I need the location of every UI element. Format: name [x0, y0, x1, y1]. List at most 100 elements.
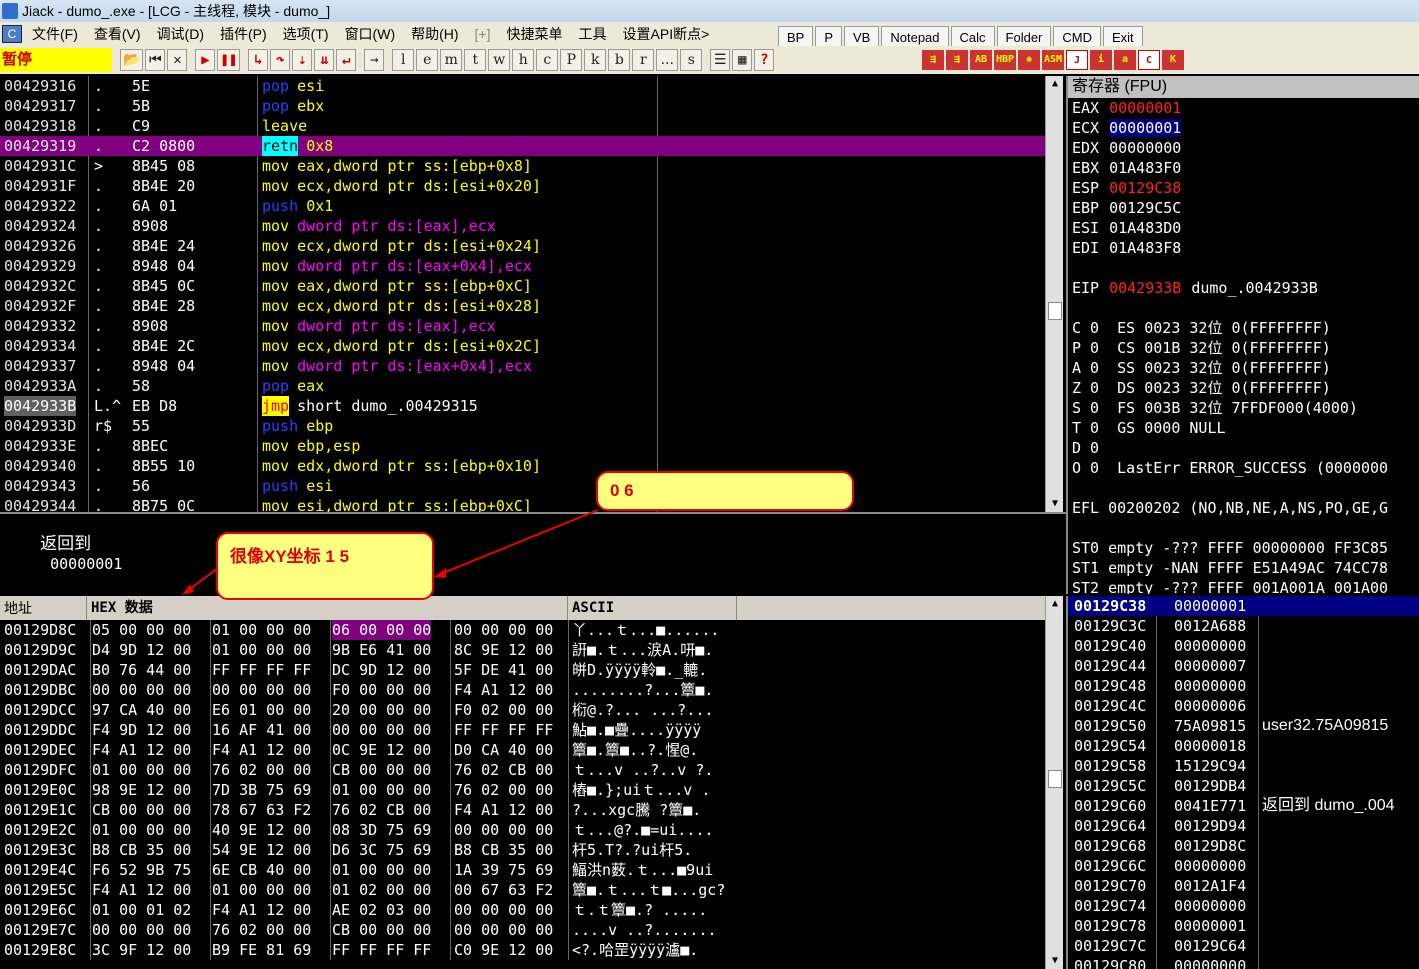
dump-row[interactable]: 00129DCC 97 CA 40 00 E6 01 00 00 20 00 00 0… — [0, 700, 1048, 720]
stack-row[interactable]: 00129C78 00000001 — [1068, 916, 1419, 936]
disasm-row[interactable]: 0042931F. 8B4E 20 mov ecx,dword ptr ds:[esi… — [0, 176, 1047, 196]
dump-scrollbar[interactable]: ▲ ▼ — [1045, 596, 1063, 969]
dump-row[interactable]: 00129D9C D4 9D 12 00 01 00 00 00 9B E6 41 0… — [0, 640, 1048, 660]
execute-till-return-icon[interactable]: ↵ — [336, 49, 357, 71]
register-row[interactable]: ESI 01A483D0 — [1072, 218, 1419, 238]
stack-row[interactable]: 00129C40 00000000 — [1068, 636, 1419, 656]
stack-row[interactable]: 00129C58 15129C94 — [1068, 756, 1419, 776]
menu-shortcuts[interactable]: 快捷菜单 — [499, 24, 571, 44]
dump-row[interactable]: 00129E1C CB 00 00 00 78 67 63 F2 76 02 CB 0… — [0, 800, 1048, 820]
plugin-arrows2-icon[interactable]: ⇶ — [946, 50, 968, 70]
close-icon[interactable]: ✕ — [167, 49, 188, 71]
stack-row[interactable]: 00129C44 00000007 — [1068, 656, 1419, 676]
stack-row[interactable]: 00129C38 00000001 — [1068, 596, 1419, 616]
c-app-icon[interactable]: C — [2, 25, 22, 43]
stack-pane[interactable]: 00129C38 00000001 00129C3C 0012A688 00129C40… — [1066, 596, 1419, 969]
scroll-down-icon[interactable]: ▼ — [1046, 953, 1064, 969]
register-row[interactable]: EDX 00000000 — [1072, 138, 1419, 158]
disasm-row[interactable]: 00429329. 8948 04 mov dword ptr ds:[eax+0x4… — [0, 256, 1047, 276]
menu-file[interactable]: 文件(F) — [24, 24, 86, 44]
stack-row[interactable]: 00129C80 00000000 — [1068, 956, 1419, 969]
plugin-gear-icon[interactable]: ✺ — [1018, 50, 1040, 70]
step-over-icon[interactable]: ↷ — [270, 49, 291, 71]
disasm-row[interactable]: 00429322. 6A 01 push 0x1 — [0, 196, 1047, 216]
menu-help[interactable]: 帮助(H) — [403, 24, 466, 44]
flag-row[interactable]: T 0 GS 0000 NULL — [1072, 418, 1419, 438]
disasm-row[interactable]: 00429316. 5E pop esi — [0, 76, 1047, 96]
stack-row[interactable]: 00129C74 00000000 — [1068, 896, 1419, 916]
dump-row[interactable]: 00129DBC 00 00 00 00 00 00 00 00 F0 00 00 0… — [0, 680, 1048, 700]
fpu-row[interactable]: ST1 empty -NAN FFFF E51A49AC 74CC78 — [1072, 558, 1419, 578]
register-row[interactable]: EAX 00000001 — [1072, 98, 1419, 118]
dump-row[interactable]: 00129E2C 01 00 00 00 40 9E 12 00 08 3D 75 6… — [0, 820, 1048, 840]
plugin-ab-icon[interactable]: AB — [970, 50, 992, 70]
dump-row[interactable]: 00129E0C 98 9E 12 00 7D 3B 75 69 01 00 00 0… — [0, 780, 1048, 800]
scroll-down-icon[interactable]: ▼ — [1046, 496, 1064, 512]
scroll-thumb[interactable] — [1048, 770, 1062, 788]
disasm-row[interactable]: 00429334. 8B4E 2C mov ecx,dword ptr ds:[esi… — [0, 336, 1047, 356]
menu-plus[interactable]: [+] — [467, 26, 499, 42]
dump-row[interactable]: 00129E8C 3C 9F 12 00 B9 FE 81 69 FF FF FF F… — [0, 940, 1048, 960]
cpu-button[interactable]: c — [536, 49, 559, 71]
list-icon[interactable]: ☰ — [710, 49, 731, 71]
stack-row[interactable]: 00129C68 00129D8C — [1068, 836, 1419, 856]
disasm-row[interactable]: 00429340. 8B55 10 mov edx,dword ptr ss:[ebp… — [0, 456, 1047, 476]
disasm-row[interactable]: 0042933D r$ 55 push ebp — [0, 416, 1047, 436]
plugin-a-icon[interactable]: a — [1114, 50, 1136, 70]
modules-button[interactable]: e — [416, 49, 439, 71]
disasm-row[interactable]: 0042933E. 8BEC mov ebp,esp — [0, 436, 1047, 456]
dump-row[interactable]: 00129DEC F4 A1 12 00 F4 A1 12 00 0C 9E 12 0… — [0, 740, 1048, 760]
disasm-row[interactable]: 00429344. 8B75 0C mov esi,dword ptr ss:[ebp… — [0, 496, 1047, 512]
disasm-row[interactable]: 0042933B L.^ EB D8 jmp short dumo_.00429315 — [0, 396, 1047, 416]
stack-row[interactable]: 00129C5C 00129DB4 — [1068, 776, 1419, 796]
help-icon[interactable]: ? — [754, 49, 775, 71]
menu-window[interactable]: 窗口(W) — [337, 24, 404, 44]
run-icon[interactable]: ▶ — [195, 49, 216, 71]
flag-row[interactable]: P 0 CS 001B 32位 0(FFFFFFFF) — [1072, 338, 1419, 358]
dump-row[interactable]: 00129E3C B8 CB 35 00 54 9E 12 00 D6 3C 75 6… — [0, 840, 1048, 860]
hex-dump-pane[interactable]: 00129D8C 05 00 00 00 01 00 00 00 06 00 00 0… — [0, 620, 1048, 969]
dump-row[interactable]: 00129D8C 05 00 00 00 01 00 00 00 06 00 00 0… — [0, 620, 1048, 640]
menu-plugins[interactable]: 插件(P) — [212, 24, 275, 44]
registers-pane[interactable]: 寄存器 (FPU) EAX 00000001 ECX 00000001 EDX 00000… — [1066, 76, 1419, 594]
menu-tools[interactable]: 工具 — [571, 24, 615, 44]
disasm-row[interactable]: 00429326. 8B4E 24 mov ecx,dword ptr ds:[esi… — [0, 236, 1047, 256]
dump-row[interactable]: 00129E5C F4 A1 12 00 01 00 00 00 01 02 00 0… — [0, 880, 1048, 900]
plugin-c-icon[interactable]: C — [1138, 50, 1160, 70]
disasm-row[interactable]: 0042932C. 8B45 0C mov eax,dword ptr ss:[ebp… — [0, 276, 1047, 296]
disasm-row[interactable]: 0042931C >8B45 08 mov eax,dword ptr ss:[ebp… — [0, 156, 1047, 176]
goto-icon[interactable]: → — [364, 49, 385, 71]
step-into-icon[interactable]: ↳ — [248, 49, 269, 71]
plugin-hbp-icon[interactable]: HBP — [994, 50, 1016, 70]
register-row-eip[interactable]: EIP 0042933B dumo_.0042933B — [1072, 278, 1419, 298]
disasm-row[interactable]: 0042932F. 8B4E 28 mov ecx,dword ptr ds:[esi… — [0, 296, 1047, 316]
dump-header-ascii[interactable]: ASCII — [568, 596, 737, 620]
disasm-row[interactable]: 00429337. 8948 04 mov dword ptr ds:[eax+0x4… — [0, 356, 1047, 376]
fpu-row[interactable]: ST0 empty -??? FFFF 00000000 FF3C85 — [1072, 538, 1419, 558]
references-button[interactable]: r — [632, 49, 655, 71]
trace-into-icon[interactable]: ⇣ — [292, 49, 313, 71]
disasm-row[interactable]: 00429318. C9 leave — [0, 116, 1047, 136]
call-stack-button[interactable]: k — [584, 49, 607, 71]
disasm-row[interactable]: 00429332. 8908 mov dword ptr ds:[eax],ecx — [0, 316, 1047, 336]
dump-row[interactable]: 00129DAC B0 76 44 00 FF FF FF FF DC 9D 12 0… — [0, 660, 1048, 680]
memory-button[interactable]: m — [440, 49, 463, 71]
plugin-arrows-icon[interactable]: ⇶ — [922, 50, 944, 70]
handles-button[interactable]: h — [512, 49, 535, 71]
disasm-row[interactable]: 00429324. 8908 mov dword ptr ds:[eax],ecx — [0, 216, 1047, 236]
dump-row[interactable]: 00129DFC 01 00 00 00 76 02 00 00 CB 00 00 0… — [0, 760, 1048, 780]
plugin-k-icon[interactable]: K — [1162, 50, 1184, 70]
pause-icon[interactable]: ❚❚ — [217, 49, 241, 71]
disassembly-pane[interactable]: 00429316. 5E pop esi 00429317. 5B pop ebx 004293… — [0, 76, 1047, 512]
source-button[interactable]: s — [680, 49, 703, 71]
plugin-i-icon[interactable]: i — [1090, 50, 1112, 70]
menu-debug[interactable]: 调试(D) — [149, 24, 212, 44]
disasm-row[interactable]: 00429317. 5B pop ebx — [0, 96, 1047, 116]
flag-row[interactable]: C 0 ES 0023 32位 0(FFFFFFFF) — [1072, 318, 1419, 338]
menu-set-api-bp[interactable]: 设置API断点> — [615, 24, 718, 44]
menu-view[interactable]: 查看(V) — [86, 24, 149, 44]
fpu-row[interactable]: ST2 empty -??? FFFF 001A001A 001A00 — [1072, 578, 1419, 594]
stack-row[interactable]: 00129C7C 00129C64 — [1068, 936, 1419, 956]
stack-row[interactable]: 00129C60 0041E771 返回到 dumo_.004 — [1068, 796, 1419, 816]
stack-row[interactable]: 00129C50 75A09815 user32.75A09815 — [1068, 716, 1419, 736]
